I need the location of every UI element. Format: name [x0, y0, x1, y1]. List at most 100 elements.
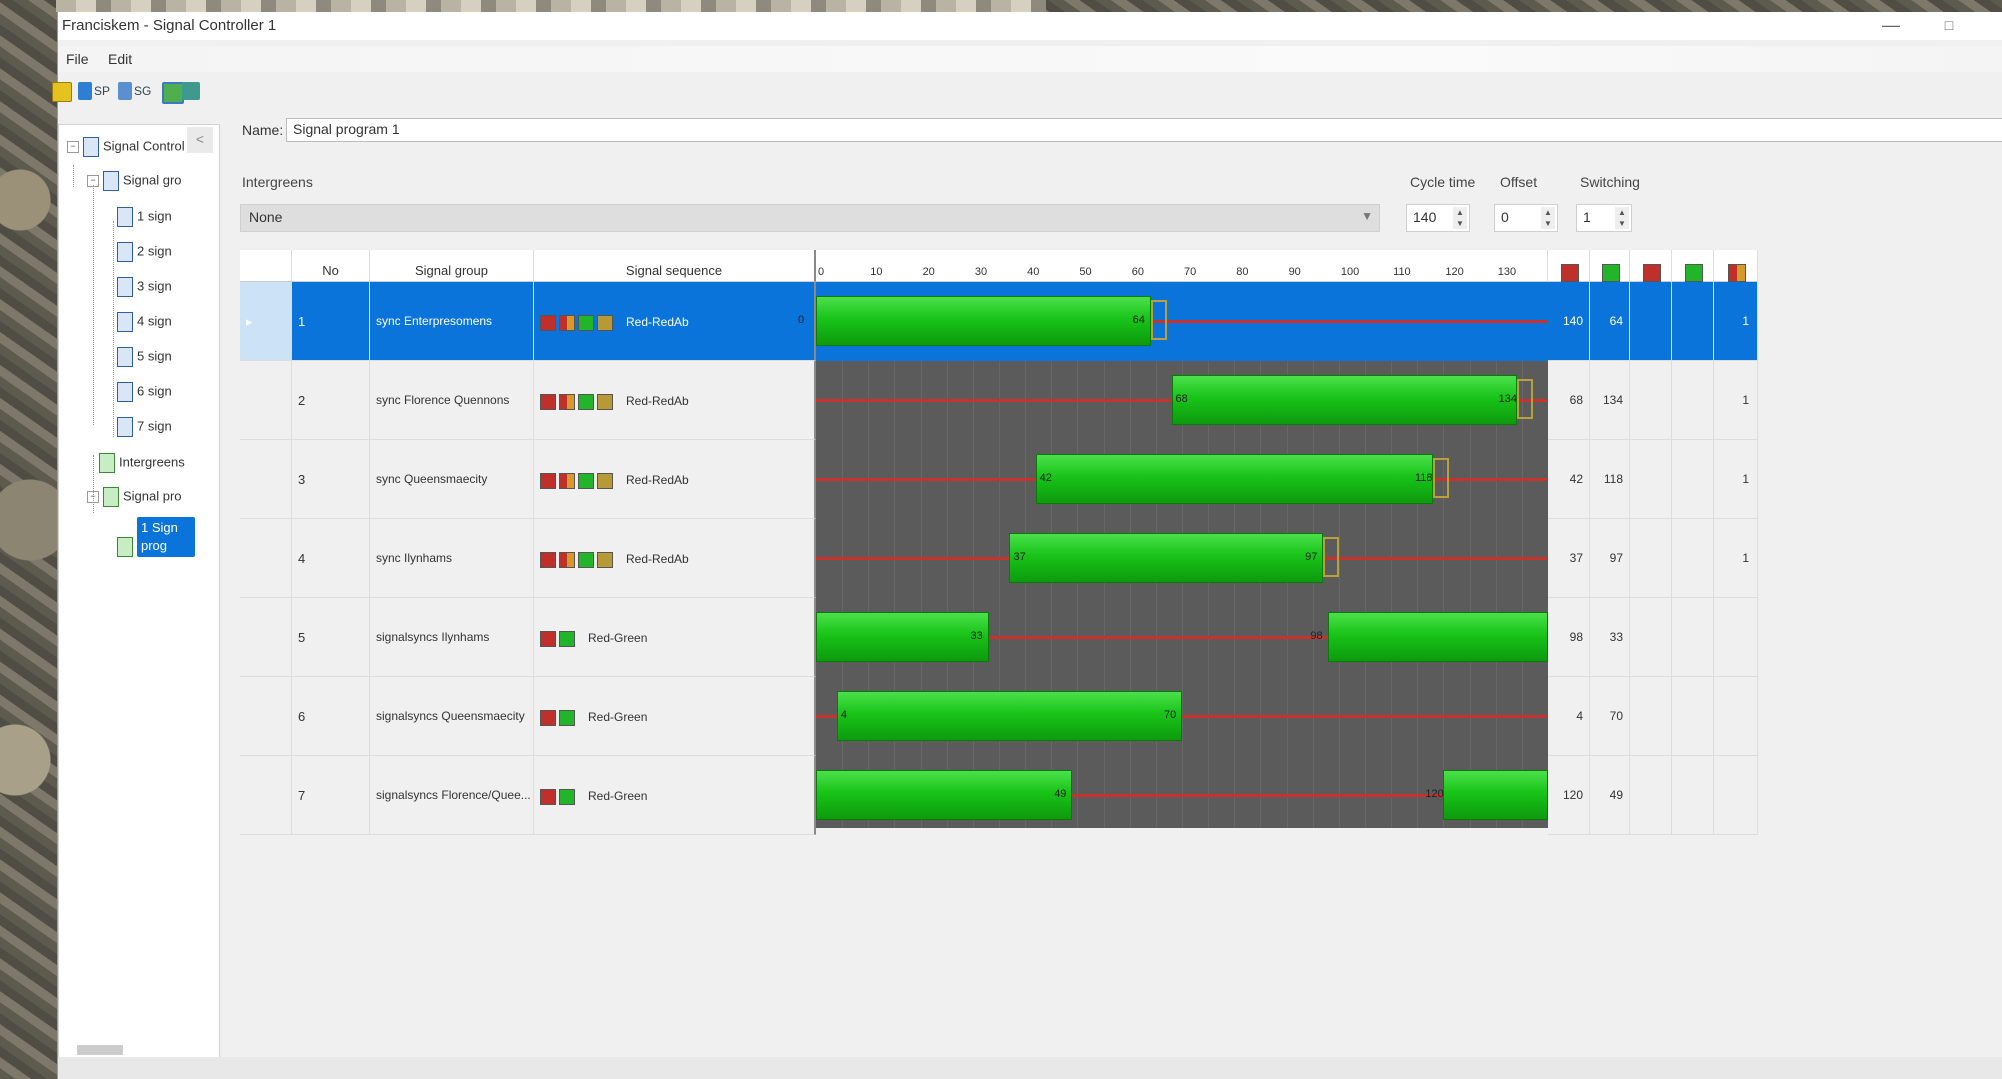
cell-signal-group[interactable]: sync Ilynhams: [370, 519, 534, 598]
column-header-redamber[interactable]: [1714, 250, 1758, 282]
cell-no[interactable]: 6: [292, 677, 370, 756]
cell-green-2[interactable]: [1672, 756, 1714, 835]
tree-item-2[interactable]: 2 sign: [117, 242, 172, 266]
cell-signal-sequence[interactable]: Red-Green: [534, 756, 816, 835]
cell-signal-group[interactable]: sync Florence Quennons: [370, 361, 534, 440]
green-phase-bar[interactable]: [1171, 375, 1517, 425]
cell-green-2[interactable]: [1672, 361, 1714, 440]
cell-green-1[interactable]: 97: [1590, 519, 1630, 598]
menu-edit[interactable]: Edit: [108, 51, 132, 67]
tree-selected-program[interactable]: 1 Sign prog: [117, 517, 195, 561]
column-header-red-2[interactable]: [1630, 250, 1672, 282]
new-icon[interactable]: [52, 82, 72, 102]
sequence-icon[interactable]: [182, 82, 200, 100]
row-header[interactable]: [240, 677, 292, 756]
column-header-green-1[interactable]: [1590, 250, 1630, 282]
amber-phase-marker[interactable]: [1432, 458, 1449, 498]
tree-signal-groups[interactable]: − Signal gro: [87, 171, 182, 195]
cell-signal-sequence[interactable]: Red-Green: [534, 677, 816, 756]
cell-redamber[interactable]: [1714, 756, 1758, 835]
tree-horizontal-scrollbar[interactable]: [63, 1043, 213, 1057]
cell-no[interactable]: 1: [292, 282, 370, 361]
row-header[interactable]: [240, 440, 292, 519]
cell-no[interactable]: 5: [292, 598, 370, 677]
column-header-red-1[interactable]: [1548, 250, 1590, 282]
tree-item-6[interactable]: 6 sign: [117, 382, 172, 406]
cell-red-2[interactable]: [1630, 677, 1672, 756]
cell-signal-sequence[interactable]: Red-RedAb: [534, 440, 816, 519]
green-phase-bar[interactable]: [836, 691, 1182, 741]
cell-no[interactable]: 4: [292, 519, 370, 598]
cell-red-1[interactable]: 37: [1548, 519, 1590, 598]
cell-signal-sequence[interactable]: Red-RedAb: [534, 361, 816, 440]
cell-no[interactable]: 7: [292, 756, 370, 835]
stepper-arrows-icon[interactable]: ▲ ▼: [1453, 207, 1467, 229]
cell-green-1[interactable]: 33: [1590, 598, 1630, 677]
column-header-signal-sequence[interactable]: Signal sequence: [534, 250, 816, 282]
cell-green-2[interactable]: [1672, 677, 1714, 756]
cell-red-1[interactable]: 140: [1548, 282, 1590, 361]
cycle-time-stepper[interactable]: 140 ▲ ▼: [1406, 204, 1470, 232]
cell-red-1[interactable]: 42: [1548, 440, 1590, 519]
cell-red-1[interactable]: 98: [1548, 598, 1590, 677]
green-phase-bar[interactable]: [816, 770, 1073, 820]
cell-signal-sequence[interactable]: Red-Green: [534, 598, 816, 677]
green-phase-bar[interactable]: [1035, 454, 1433, 504]
cell-green-1[interactable]: 64: [1590, 282, 1630, 361]
row-header[interactable]: [240, 361, 292, 440]
cell-green-1[interactable]: 134: [1590, 361, 1630, 440]
cell-signal-group[interactable]: sync Enterpresomens: [370, 282, 534, 361]
cell-redamber[interactable]: 1: [1714, 361, 1758, 440]
green-phase-bar[interactable]: [1443, 770, 1548, 820]
tree-item-4[interactable]: 4 sign: [117, 312, 172, 336]
tree-intergreens[interactable]: Intergreens: [99, 453, 185, 477]
cell-redamber[interactable]: 1: [1714, 282, 1758, 361]
cell-green-2[interactable]: [1672, 440, 1714, 519]
green-phase-bar[interactable]: [816, 612, 989, 662]
cell-signal-group[interactable]: signalsyncs Queensmaecity: [370, 677, 534, 756]
timeline-canvas[interactable]: 0 64 68 134 42 118 37 97 33 98 4 70 49 120: [798, 282, 1548, 828]
signal-program-icon[interactable]: [78, 82, 92, 100]
offset-stepper[interactable]: 0 ▲ ▼: [1494, 204, 1558, 232]
menu-file[interactable]: File: [66, 51, 89, 67]
cell-green-2[interactable]: [1672, 598, 1714, 677]
tree-root[interactable]: − Signal Control: [67, 137, 185, 161]
green-phase-bar[interactable]: [816, 296, 1151, 346]
cell-redamber[interactable]: [1714, 598, 1758, 677]
row-header[interactable]: [240, 598, 292, 677]
cell-signal-sequence[interactable]: Red-RedAb: [534, 519, 816, 598]
cell-red-2[interactable]: [1630, 519, 1672, 598]
row-header[interactable]: [240, 756, 292, 835]
row-header[interactable]: [240, 519, 292, 598]
green-phase-icon[interactable]: [162, 82, 184, 104]
cell-redamber[interactable]: 1: [1714, 519, 1758, 598]
amber-phase-marker[interactable]: [1516, 379, 1533, 419]
green-phase-bar[interactable]: [1009, 533, 1324, 583]
cell-red-1[interactable]: 4: [1548, 677, 1590, 756]
cell-red-1[interactable]: 120: [1548, 756, 1590, 835]
tree-item-5[interactable]: 5 sign: [117, 347, 172, 371]
maximize-button[interactable]: □: [1929, 12, 1969, 40]
signal-group-icon[interactable]: [118, 82, 132, 100]
amber-phase-marker[interactable]: [1323, 537, 1340, 577]
cell-signal-group[interactable]: signalsyncs Ilynhams: [370, 598, 534, 677]
collapse-panel-button[interactable]: <: [187, 127, 213, 153]
cell-no[interactable]: 3: [292, 440, 370, 519]
cell-green-1[interactable]: 118: [1590, 440, 1630, 519]
cell-green-2[interactable]: [1672, 519, 1714, 598]
cell-red-2[interactable]: [1630, 440, 1672, 519]
intergreens-dropdown[interactable]: None ▼: [240, 204, 1380, 232]
stepper-arrows-icon[interactable]: ▲ ▼: [1541, 207, 1555, 229]
cell-signal-sequence[interactable]: Red-RedAb: [534, 282, 816, 361]
tree-item-7[interactable]: 7 sign: [117, 417, 172, 441]
minimize-button[interactable]: —: [1871, 12, 1911, 40]
tree-signal-programs[interactable]: − Signal pro: [87, 487, 182, 511]
tree-item-1[interactable]: 1 sign: [117, 207, 172, 231]
cell-red-2[interactable]: [1630, 282, 1672, 361]
cell-red-1[interactable]: 68: [1548, 361, 1590, 440]
cell-redamber[interactable]: [1714, 677, 1758, 756]
cell-green-1[interactable]: 49: [1590, 756, 1630, 835]
row-header[interactable]: ▸: [240, 282, 292, 361]
column-header-signal-group[interactable]: Signal group: [370, 250, 534, 282]
amber-phase-marker[interactable]: [1150, 300, 1167, 340]
